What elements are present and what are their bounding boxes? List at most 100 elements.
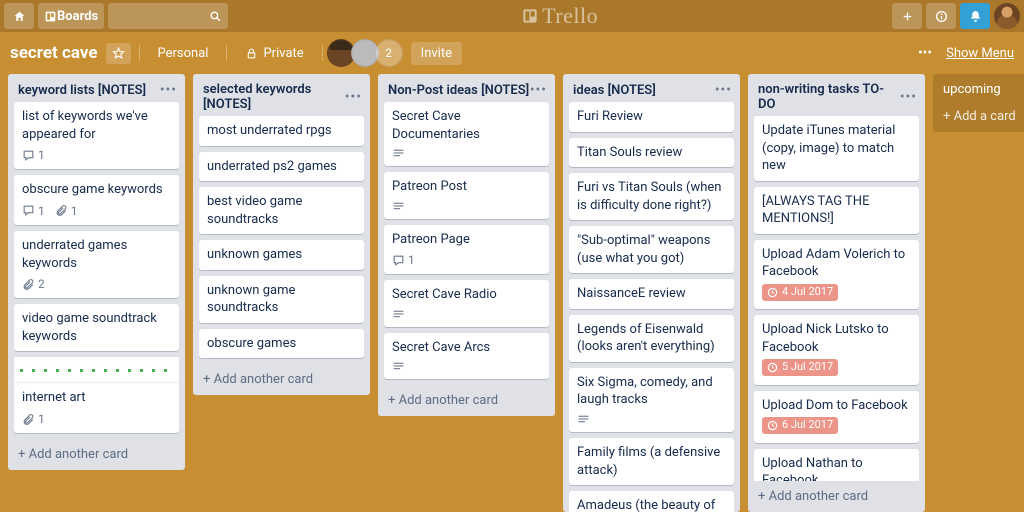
card-title: best video game soundtracks <box>207 193 356 228</box>
card[interactable]: Patreon Post <box>384 172 549 219</box>
list-menu-button[interactable]: ••• <box>715 82 732 98</box>
list-header: Non-Post ideas [NOTES]••• <box>378 74 555 102</box>
due-date-badge: 5 Jul 2017 <box>762 359 838 376</box>
list-menu-button[interactable]: ••• <box>160 82 177 98</box>
list-title[interactable]: Non-Post ideas [NOTES] <box>388 83 530 98</box>
card-title: obscure games <box>207 335 356 353</box>
card[interactable]: Upload Adam Volerich to Facebook 4 Jul 20… <box>754 240 919 310</box>
list-menu-button[interactable]: ••• <box>900 89 917 105</box>
add-card-button[interactable]: + Add another card <box>748 481 925 512</box>
attachments-badge: 2 <box>22 276 45 292</box>
list-menu-button[interactable]: ••• <box>530 82 547 98</box>
card-title: Secret Cave Documentaries <box>392 108 541 143</box>
list-title[interactable]: ideas [NOTES] <box>573 83 715 98</box>
card[interactable]: list of keywords we've appeared for1 <box>14 102 179 169</box>
card[interactable]: video game soundtrack keywords <box>14 304 179 351</box>
card[interactable]: Furi vs Titan Souls (when is difficulty … <box>569 173 734 220</box>
create-button[interactable] <box>892 3 922 29</box>
search-input[interactable] <box>108 3 228 29</box>
team-button[interactable]: Personal <box>148 42 219 65</box>
card[interactable]: obscure game keywords11 <box>14 175 179 225</box>
card-title: Upload Nick Lutsko to Facebook <box>762 321 911 356</box>
description-icon <box>392 308 405 321</box>
add-card-button[interactable]: + Add a card <box>933 101 1024 132</box>
card-title: [ALWAYS TAG THE MENTIONS!] <box>762 193 911 228</box>
notifications-button[interactable] <box>960 3 990 29</box>
card[interactable]: Secret Cave Arcs <box>384 333 549 380</box>
separator <box>226 45 227 61</box>
card-title: Six Sigma, comedy, and laugh tracks <box>577 374 726 409</box>
add-card-button[interactable]: + Add another card <box>193 364 370 395</box>
board-name[interactable]: secret cave <box>10 43 98 63</box>
list-title[interactable]: upcoming <box>943 82 1024 97</box>
card-title: Upload Dom to Facebook <box>762 397 911 415</box>
card[interactable]: underrated ps2 games <box>199 152 364 182</box>
list-title[interactable]: keyword lists [NOTES] <box>18 83 160 98</box>
card[interactable]: Six Sigma, comedy, and laugh tracks <box>569 368 734 432</box>
trello-logo[interactable]: Trello <box>232 3 888 29</box>
card-title: Patreon Post <box>392 178 541 196</box>
card[interactable]: unknown game soundtracks <box>199 276 364 323</box>
card-title: video game soundtrack keywords <box>22 310 171 345</box>
card[interactable]: "Sub-optimal" weapons (use what you got) <box>569 226 734 273</box>
card[interactable]: Family films (a defensive attack) <box>569 438 734 485</box>
show-menu-button[interactable]: Show Menu <box>946 46 1014 61</box>
card-title: Patreon Page <box>392 231 541 249</box>
card[interactable]: Secret Cave Radio <box>384 280 549 327</box>
card-title: NaissanceE review <box>577 285 726 303</box>
description-icon <box>392 360 405 373</box>
separator <box>322 45 323 61</box>
card-title: Upload Adam Volerich to Facebook <box>762 246 911 281</box>
home-button[interactable] <box>4 3 34 29</box>
list-header: upcoming <box>933 74 1024 101</box>
member-count[interactable]: 2 <box>375 39 403 67</box>
card-title: Legends of Eisenwald (looks aren't every… <box>577 321 726 356</box>
list-menu-button[interactable]: ••• <box>345 89 362 105</box>
card[interactable]: unknown games <box>199 240 364 270</box>
list-cards: Update iTunes material (copy, image) to … <box>748 116 925 481</box>
due-date-badge: 4 Jul 2017 <box>762 284 838 301</box>
list-header: non-writing tasks TO-DO••• <box>748 74 925 116</box>
card-title: underrated games keywords <box>22 237 171 272</box>
card-badges <box>577 413 726 426</box>
card[interactable]: Titan Souls review <box>569 138 734 168</box>
card-badges <box>392 147 541 160</box>
invite-button[interactable]: Invite <box>411 42 462 65</box>
user-avatar[interactable] <box>994 3 1020 29</box>
card[interactable]: Patreon Page 1 <box>384 225 549 275</box>
comments-badge: 1 <box>22 203 45 219</box>
visibility-button[interactable]: Private <box>235 42 313 65</box>
description-icon <box>577 413 590 426</box>
info-button[interactable] <box>926 3 956 29</box>
list-cards: list of keywords we've appeared for1 obsc… <box>8 102 185 439</box>
card[interactable]: Update iTunes material (copy, image) to … <box>754 116 919 181</box>
board-header: secret cave Personal Private 2 Invite ••… <box>0 32 1024 74</box>
add-card-button[interactable]: + Add another card <box>378 385 555 416</box>
card[interactable]: internet art1 <box>14 357 179 433</box>
card[interactable]: NaissanceE review <box>569 279 734 309</box>
card-badges: 1 <box>392 252 541 268</box>
card[interactable]: Upload Nathan to Facebook7 Jul 2017 <box>754 449 919 481</box>
card[interactable]: underrated games keywords 2 <box>14 231 179 298</box>
card-badges: 1 <box>22 411 171 427</box>
card[interactable]: Legends of Eisenwald (looks aren't every… <box>569 315 734 362</box>
card[interactable]: most underrated rpgs <box>199 116 364 146</box>
card[interactable]: best video game soundtracks <box>199 187 364 234</box>
card[interactable]: Secret Cave Documentaries <box>384 102 549 166</box>
card[interactable]: Amadeus (the beauty of expression) <box>569 491 734 512</box>
add-card-button[interactable]: + Add another card <box>8 439 185 470</box>
card[interactable]: Upload Dom to Facebook6 Jul 2017 <box>754 391 919 443</box>
card[interactable]: Upload Nick Lutsko to Facebook 5 Jul 2017 <box>754 315 919 385</box>
card-title: Furi vs Titan Souls (when is difficulty … <box>577 179 726 214</box>
card[interactable]: Furi Review <box>569 102 734 132</box>
boards-button[interactable]: Boards <box>38 3 104 29</box>
card[interactable]: [ALWAYS TAG THE MENTIONS!] <box>754 187 919 234</box>
card-title: Family films (a defensive attack) <box>577 444 726 479</box>
card[interactable]: obscure games <box>199 329 364 359</box>
comments-badge: 1 <box>22 147 45 163</box>
card-title: Amadeus (the beauty of expression) <box>577 497 726 512</box>
list-title[interactable]: selected keywords [NOTES] <box>203 82 345 112</box>
star-button[interactable] <box>106 43 131 64</box>
list: keyword lists [NOTES]••• list of keywords… <box>8 74 185 470</box>
list-title[interactable]: non-writing tasks TO-DO <box>758 82 900 112</box>
